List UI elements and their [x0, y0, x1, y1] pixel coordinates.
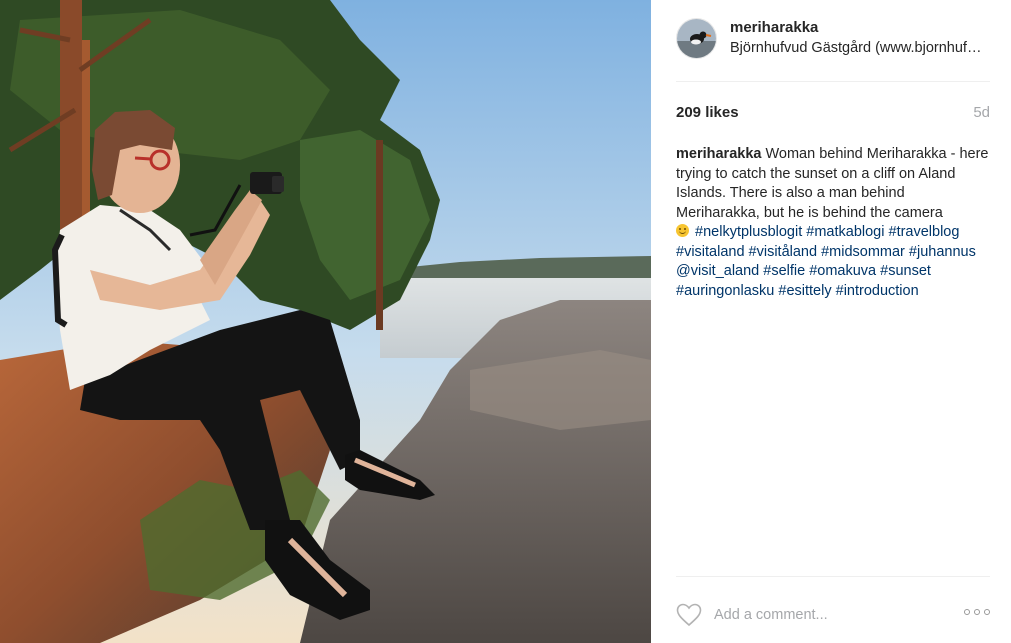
heart-icon[interactable]	[676, 603, 702, 627]
hashtag-list: #nelkytplusblogit #matkablogi #travelblo…	[676, 224, 976, 299]
hashtag-link[interactable]: #visitaland	[676, 244, 745, 260]
caption-username[interactable]: meriharakka	[676, 146, 761, 162]
hashtag-link[interactable]: #matkablogi	[806, 224, 884, 240]
caption: meriharakka Woman behind Meriharakka - h…	[676, 145, 992, 301]
hashtag-link[interactable]: #auringonlasku	[676, 283, 774, 299]
hashtag-link[interactable]: @visit_aland	[676, 263, 759, 279]
avatar[interactable]	[676, 18, 717, 59]
hashtag-link[interactable]: #travelblog	[889, 224, 960, 240]
comment-input[interactable]	[714, 604, 944, 626]
post-age[interactable]: 5d	[973, 104, 990, 121]
hashtag-link[interactable]: #introduction	[836, 283, 919, 299]
hashtag-link[interactable]: #juhannus	[909, 244, 976, 260]
post-photo[interactable]	[0, 0, 651, 643]
hashtag-link[interactable]: #nelkytplusblogit	[695, 224, 802, 240]
post-header: meriharakka Björnhufvud Gästgård (www.bj…	[676, 16, 990, 82]
hashtag-link[interactable]: #omakuva	[809, 263, 876, 279]
post-details-panel: meriharakka Björnhufvud Gästgård (www.bj…	[651, 0, 1011, 643]
hashtag-link[interactable]: #midsommar	[821, 244, 905, 260]
hashtag-link[interactable]: #visitåland	[749, 244, 818, 260]
post-location[interactable]: Björnhufvud Gästgård (www.bjornhufvud.co…	[730, 40, 988, 56]
more-options-icon[interactable]	[964, 608, 990, 618]
likes-count[interactable]: 209 likes	[676, 104, 739, 121]
smiling-face-emoji-icon	[676, 224, 689, 237]
post-username[interactable]: meriharakka	[730, 19, 818, 36]
hashtag-link[interactable]: #selfie	[763, 263, 805, 279]
post-footer	[676, 576, 990, 643]
post-meta: 209 likes 5d	[676, 104, 990, 124]
hashtag-link[interactable]: #esittely	[778, 283, 831, 299]
hashtag-link[interactable]: #sunset	[880, 263, 931, 279]
